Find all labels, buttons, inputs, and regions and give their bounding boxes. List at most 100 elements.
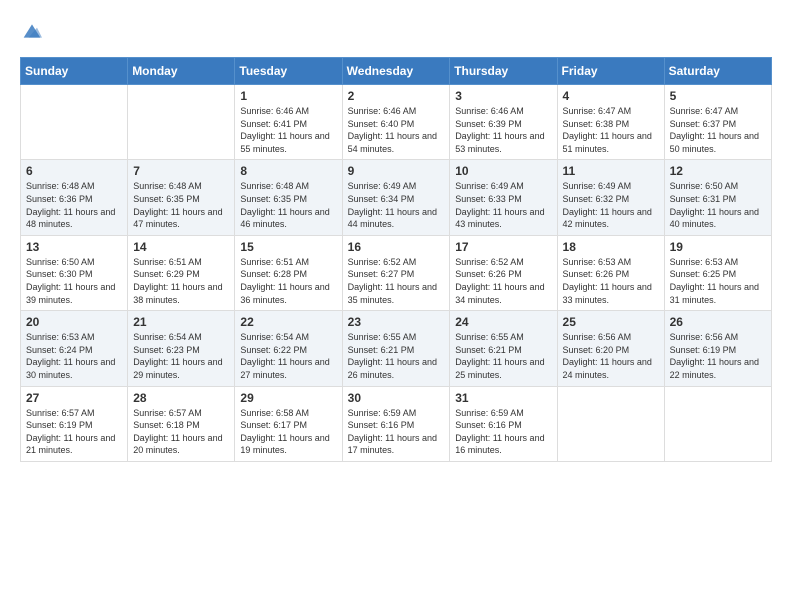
day-of-week-header: Wednesday bbox=[342, 58, 450, 85]
calendar-day-cell: 22 Sunrise: 6:54 AM Sunset: 6:22 PM Dayli… bbox=[235, 311, 342, 386]
day-info: Sunrise: 6:52 AM Sunset: 6:26 PM Dayligh… bbox=[455, 256, 551, 306]
calendar-day-cell: 9 Sunrise: 6:49 AM Sunset: 6:34 PM Daylig… bbox=[342, 160, 450, 235]
day-info: Sunrise: 6:52 AM Sunset: 6:27 PM Dayligh… bbox=[348, 256, 445, 306]
day-info: Sunrise: 6:56 AM Sunset: 6:19 PM Dayligh… bbox=[670, 331, 766, 381]
calendar-day-cell: 4 Sunrise: 6:47 AM Sunset: 6:38 PM Daylig… bbox=[557, 85, 664, 160]
day-number: 18 bbox=[563, 240, 659, 254]
calendar-day-cell: 29Sunrise: 6:58 AM Sunset: 6:17 PM Dayli… bbox=[235, 386, 342, 461]
calendar-day-cell: 14Sunrise: 6:51 AM Sunset: 6:29 PM Dayli… bbox=[128, 235, 235, 310]
calendar-day-cell: 5 Sunrise: 6:47 AM Sunset: 6:37 PM Daylig… bbox=[664, 85, 771, 160]
day-number: 14 bbox=[133, 240, 229, 254]
day-number: 2 bbox=[348, 89, 445, 103]
day-number: 5 bbox=[670, 89, 766, 103]
day-info: Sunrise: 6:50 AM Sunset: 6:31 PM Dayligh… bbox=[670, 180, 766, 230]
day-info: Sunrise: 6:59 AM Sunset: 6:16 PM Dayligh… bbox=[455, 407, 551, 457]
day-of-week-header: Sunday bbox=[21, 58, 128, 85]
calendar-day-cell bbox=[557, 386, 664, 461]
day-of-week-header: Tuesday bbox=[235, 58, 342, 85]
day-info: Sunrise: 6:49 AM Sunset: 6:34 PM Dayligh… bbox=[348, 180, 445, 230]
day-info: Sunrise: 6:54 AM Sunset: 6:23 PM Dayligh… bbox=[133, 331, 229, 381]
day-number: 27 bbox=[26, 391, 122, 405]
day-info: Sunrise: 6:55 AM Sunset: 6:21 PM Dayligh… bbox=[348, 331, 445, 381]
calendar-day-cell: 27 Sunrise: 6:57 AM Sunset: 6:19 PM Dayli… bbox=[21, 386, 128, 461]
day-number: 7 bbox=[133, 164, 229, 178]
day-number: 15 bbox=[240, 240, 336, 254]
day-number: 24 bbox=[455, 315, 551, 329]
calendar-day-cell: 10Sunrise: 6:49 AM Sunset: 6:33 PM Dayli… bbox=[450, 160, 557, 235]
day-info: Sunrise: 6:57 AM Sunset: 6:19 PM Dayligh… bbox=[26, 407, 122, 457]
calendar-day-cell: 17 Sunrise: 6:52 AM Sunset: 6:26 PM Dayli… bbox=[450, 235, 557, 310]
day-number: 1 bbox=[240, 89, 336, 103]
calendar-day-cell: 30 Sunrise: 6:59 AM Sunset: 6:16 PM Dayli… bbox=[342, 386, 450, 461]
day-number: 25 bbox=[563, 315, 659, 329]
day-number: 31 bbox=[455, 391, 551, 405]
day-number: 30 bbox=[348, 391, 445, 405]
calendar-week-row: 13 Sunrise: 6:50 AM Sunset: 6:30 PM Dayli… bbox=[21, 235, 772, 310]
calendar-day-cell: 25 Sunrise: 6:56 AM Sunset: 6:20 PM Dayli… bbox=[557, 311, 664, 386]
day-info: Sunrise: 6:48 AM Sunset: 6:36 PM Dayligh… bbox=[26, 180, 122, 230]
calendar-header-row: SundayMondayTuesdayWednesdayThursdayFrid… bbox=[21, 58, 772, 85]
day-info: Sunrise: 6:47 AM Sunset: 6:38 PM Dayligh… bbox=[563, 105, 659, 155]
day-number: 23 bbox=[348, 315, 445, 329]
day-number: 4 bbox=[563, 89, 659, 103]
calendar-day-cell: 19Sunrise: 6:53 AM Sunset: 6:25 PM Dayli… bbox=[664, 235, 771, 310]
calendar-day-cell: 8Sunrise: 6:48 AM Sunset: 6:35 PM Daylig… bbox=[235, 160, 342, 235]
page-header bbox=[20, 20, 772, 41]
calendar-day-cell: 24 Sunrise: 6:55 AM Sunset: 6:21 PM Dayli… bbox=[450, 311, 557, 386]
logo bbox=[20, 20, 48, 41]
day-number: 26 bbox=[670, 315, 766, 329]
day-info: Sunrise: 6:46 AM Sunset: 6:39 PM Dayligh… bbox=[455, 105, 551, 155]
day-info: Sunrise: 6:53 AM Sunset: 6:24 PM Dayligh… bbox=[26, 331, 122, 381]
day-info: Sunrise: 6:53 AM Sunset: 6:25 PM Dayligh… bbox=[670, 256, 766, 306]
day-info: Sunrise: 6:51 AM Sunset: 6:28 PM Dayligh… bbox=[240, 256, 336, 306]
day-info: Sunrise: 6:47 AM Sunset: 6:37 PM Dayligh… bbox=[670, 105, 766, 155]
day-info: Sunrise: 6:59 AM Sunset: 6:16 PM Dayligh… bbox=[348, 407, 445, 457]
calendar-day-cell: 26 Sunrise: 6:56 AM Sunset: 6:19 PM Dayli… bbox=[664, 311, 771, 386]
logo-icon bbox=[20, 21, 44, 41]
calendar-day-cell bbox=[664, 386, 771, 461]
calendar-day-cell: 18 Sunrise: 6:53 AM Sunset: 6:26 PM Dayli… bbox=[557, 235, 664, 310]
calendar-day-cell: 3 Sunrise: 6:46 AM Sunset: 6:39 PM Daylig… bbox=[450, 85, 557, 160]
day-info: Sunrise: 6:49 AM Sunset: 6:33 PM Dayligh… bbox=[455, 180, 551, 230]
day-info: Sunrise: 6:46 AM Sunset: 6:41 PM Dayligh… bbox=[240, 105, 336, 155]
day-info: Sunrise: 6:55 AM Sunset: 6:21 PM Dayligh… bbox=[455, 331, 551, 381]
day-number: 28 bbox=[133, 391, 229, 405]
day-number: 17 bbox=[455, 240, 551, 254]
day-number: 12 bbox=[670, 164, 766, 178]
day-of-week-header: Thursday bbox=[450, 58, 557, 85]
calendar-day-cell: 16 Sunrise: 6:52 AM Sunset: 6:27 PM Dayli… bbox=[342, 235, 450, 310]
calendar-day-cell: 23 Sunrise: 6:55 AM Sunset: 6:21 PM Dayli… bbox=[342, 311, 450, 386]
calendar-table: SundayMondayTuesdayWednesdayThursdayFrid… bbox=[20, 57, 772, 462]
calendar-week-row: 20 Sunrise: 6:53 AM Sunset: 6:24 PM Dayli… bbox=[21, 311, 772, 386]
calendar-day-cell: 7 Sunrise: 6:48 AM Sunset: 6:35 PM Daylig… bbox=[128, 160, 235, 235]
calendar-day-cell: 6 Sunrise: 6:48 AM Sunset: 6:36 PM Daylig… bbox=[21, 160, 128, 235]
day-info: Sunrise: 6:50 AM Sunset: 6:30 PM Dayligh… bbox=[26, 256, 122, 306]
calendar-day-cell: 11Sunrise: 6:49 AM Sunset: 6:32 PM Dayli… bbox=[557, 160, 664, 235]
day-info: Sunrise: 6:48 AM Sunset: 6:35 PM Dayligh… bbox=[133, 180, 229, 230]
day-of-week-header: Monday bbox=[128, 58, 235, 85]
day-info: Sunrise: 6:54 AM Sunset: 6:22 PM Dayligh… bbox=[240, 331, 336, 381]
calendar-week-row: 1 Sunrise: 6:46 AM Sunset: 6:41 PM Daylig… bbox=[21, 85, 772, 160]
calendar-day-cell bbox=[128, 85, 235, 160]
day-info: Sunrise: 6:56 AM Sunset: 6:20 PM Dayligh… bbox=[563, 331, 659, 381]
calendar-day-cell bbox=[21, 85, 128, 160]
calendar-day-cell: 28Sunrise: 6:57 AM Sunset: 6:18 PM Dayli… bbox=[128, 386, 235, 461]
calendar-day-cell: 2Sunrise: 6:46 AM Sunset: 6:40 PM Daylig… bbox=[342, 85, 450, 160]
day-number: 29 bbox=[240, 391, 336, 405]
day-number: 9 bbox=[348, 164, 445, 178]
day-number: 3 bbox=[455, 89, 551, 103]
calendar-week-row: 27 Sunrise: 6:57 AM Sunset: 6:19 PM Dayli… bbox=[21, 386, 772, 461]
day-number: 13 bbox=[26, 240, 122, 254]
day-info: Sunrise: 6:53 AM Sunset: 6:26 PM Dayligh… bbox=[563, 256, 659, 306]
day-number: 8 bbox=[240, 164, 336, 178]
calendar-day-cell: 21 Sunrise: 6:54 AM Sunset: 6:23 PM Dayli… bbox=[128, 311, 235, 386]
calendar-day-cell: 20 Sunrise: 6:53 AM Sunset: 6:24 PM Dayli… bbox=[21, 311, 128, 386]
calendar-day-cell: 1 Sunrise: 6:46 AM Sunset: 6:41 PM Daylig… bbox=[235, 85, 342, 160]
day-number: 21 bbox=[133, 315, 229, 329]
day-of-week-header: Saturday bbox=[664, 58, 771, 85]
day-number: 6 bbox=[26, 164, 122, 178]
day-number: 16 bbox=[348, 240, 445, 254]
day-number: 20 bbox=[26, 315, 122, 329]
day-number: 22 bbox=[240, 315, 336, 329]
calendar-day-cell: 15 Sunrise: 6:51 AM Sunset: 6:28 PM Dayli… bbox=[235, 235, 342, 310]
